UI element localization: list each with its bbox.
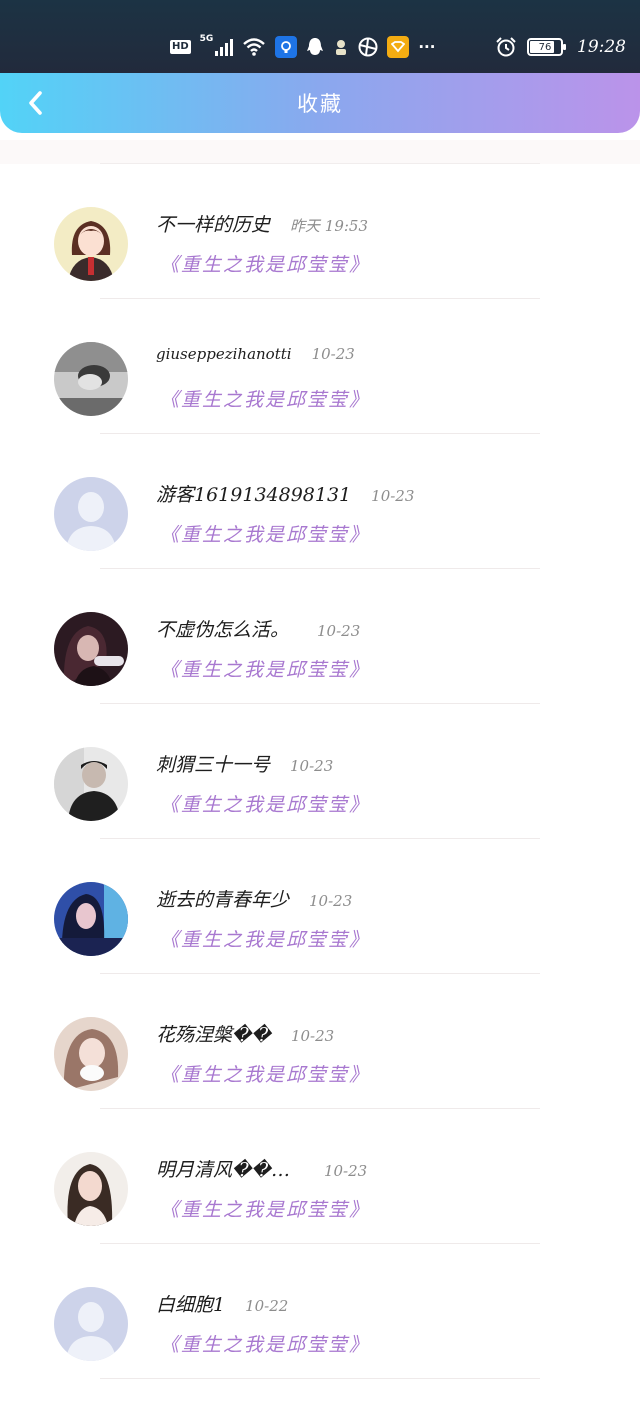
avatar[interactable] [54,1152,128,1226]
username: 不一样的历史 [156,214,271,236]
username: 花殇涅槃�� [156,1024,271,1046]
avatar[interactable] [54,1287,128,1361]
list-item[interactable]: 花殇涅槃�� 10-23 《重生之我是邱莹莹》 [0,974,640,1109]
book-title[interactable]: 《重生之我是邱莹莹》 [160,385,370,412]
username: 不虚伪怎么活。 [156,619,290,641]
book-title[interactable]: 《重生之我是邱莹莹》 [160,1330,370,1357]
cat-icon [336,40,347,55]
avatar[interactable] [54,342,128,416]
battery-level: 76 [538,41,552,53]
list-item[interactable]: giuseppezihanotti 10-23 《重生之我是邱莹莹》 [0,299,640,434]
gold-app-icon [387,36,410,58]
more-icon: ··· [418,38,436,56]
book-title[interactable]: 《重生之我是邱莹莹》 [160,925,370,952]
shield-app-icon [275,36,298,58]
alarm-icon [496,37,516,57]
hd-icon: HD [170,40,191,54]
battery-icon: 76 [527,38,566,56]
list-top-divider [100,140,540,164]
book-title[interactable]: 《重生之我是邱莹莹》 [160,250,370,277]
timestamp: 10-23 [290,757,334,775]
avatar[interactable] [54,207,128,281]
avatar[interactable] [54,882,128,956]
wifi-icon [243,38,266,56]
list-item[interactable]: 不虚伪怎么活。 10-23 《重生之我是邱莹莹》 [0,569,640,704]
username: giuseppezihanotti [156,345,292,363]
qq-icon [307,38,324,55]
timestamp: 10-22 [245,1297,289,1315]
timestamp: 10-23 [323,1162,368,1180]
book-title[interactable]: 《重生之我是邱莹莹》 [160,790,370,817]
username: 白细胞1 [156,1294,226,1316]
avatar[interactable] [54,1017,128,1091]
header-bar: 收藏 [0,73,640,133]
list-item[interactable]: 白细胞1 10-22 《重生之我是邱莹莹》 [0,1244,640,1379]
avatar[interactable] [54,612,128,686]
clock: 19:28 [577,37,626,57]
username: 明月清风��… [156,1159,290,1181]
timestamp: 10-23 [311,345,355,363]
username: 游客1619134898131 [156,484,352,506]
status-right: 76 19:28 [495,34,626,60]
favorites-list: 不一样的历史 昨天 19:53 《重生之我是邱莹莹》 giuseppezihan… [0,140,640,1379]
list-item[interactable]: 不一样的历史 昨天 19:53 《重生之我是邱莹莹》 [0,164,640,299]
avatar[interactable] [54,477,128,551]
timestamp: 10-23 [317,622,361,640]
timestamp: 10-23 [309,892,353,910]
network-label: 5G [199,34,214,44]
book-title[interactable]: 《重生之我是邱莹莹》 [160,520,370,547]
avatar[interactable] [54,747,128,821]
list-item[interactable]: 刺猬三十一号 10-23 《重生之我是邱莹莹》 [0,704,640,839]
timestamp: 10-23 [290,1027,335,1045]
status-icons: HD 5G ··· [170,34,435,60]
timestamp: 10-23 [371,487,415,505]
page-title: 收藏 [297,92,343,116]
username: 刺猬三十一号 [156,754,271,776]
list-item[interactable]: 逝去的青春年少 10-23 《重生之我是邱莹莹》 [0,839,640,974]
book-title[interactable]: 《重生之我是邱莹莹》 [160,1195,370,1222]
book-title[interactable]: 《重生之我是邱莹莹》 [160,1060,370,1087]
book-title[interactable]: 《重生之我是邱莹莹》 [160,655,370,682]
list-item[interactable]: 游客1619134898131 10-23 《重生之我是邱莹莹》 [0,434,640,569]
signal-icon [215,38,234,56]
timestamp: 昨天 19:53 [290,217,369,235]
browser-icon [358,37,378,57]
list-item[interactable]: 明月清风��… 10-23 《重生之我是邱莹莹》 [0,1109,640,1244]
username: 逝去的青春年少 [156,889,290,911]
